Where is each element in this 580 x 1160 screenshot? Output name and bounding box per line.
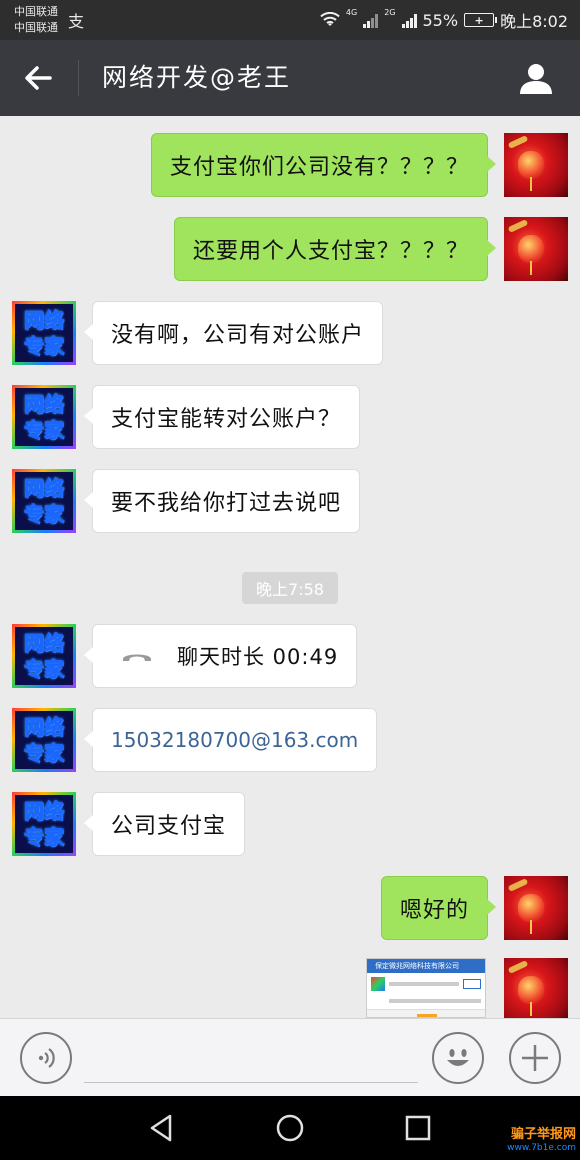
signal-icon-1 bbox=[363, 12, 379, 28]
call-duration: 聊天时长 00:49 bbox=[177, 645, 339, 669]
input-bar bbox=[0, 1018, 580, 1096]
chat-header: 网络开发@老王 bbox=[0, 40, 580, 116]
emoji-button[interactable] bbox=[432, 1032, 484, 1084]
avatar-text-2: 专家 bbox=[24, 418, 65, 443]
back-triangle-icon[interactable] bbox=[146, 1112, 178, 1144]
plus-icon bbox=[522, 1045, 548, 1071]
message-bubble[interactable]: 嗯好的 bbox=[380, 876, 497, 940]
network-type-1: 4G bbox=[345, 8, 358, 17]
signal-icon-2 bbox=[401, 12, 417, 28]
image-message[interactable]: 保定微兆网络科技有限公司 bbox=[366, 958, 486, 1018]
avatar-text-1: 网络 bbox=[24, 715, 65, 740]
voice-icon bbox=[38, 1048, 55, 1068]
status-indicators: 4G 2G 55% + 晚上8:02 bbox=[320, 8, 568, 32]
header-divider bbox=[78, 60, 79, 96]
network-type-2: 2G bbox=[384, 8, 396, 17]
recents-square-icon[interactable] bbox=[402, 1112, 434, 1144]
watermark: 骗子举报网 www.7b1e.com bbox=[507, 1127, 576, 1154]
avatar-text-1: 网络 bbox=[24, 308, 65, 333]
alipay-notification-icon: 支 bbox=[68, 12, 85, 31]
message-bubble[interactable]: 支付宝你们公司没有？？？？ bbox=[150, 133, 497, 197]
message-bubble[interactable]: 支付宝能转对公账户？ bbox=[83, 385, 361, 449]
contact-avatar[interactable]: 网络 专家 bbox=[12, 624, 76, 688]
avatar-text-1: 网络 bbox=[24, 631, 65, 656]
back-arrow-icon[interactable] bbox=[20, 60, 60, 96]
avatar-text-1: 网络 bbox=[24, 799, 65, 824]
battery-percent: 55% bbox=[422, 10, 459, 30]
call-record-bubble[interactable]: 聊天时长 00:49 bbox=[83, 624, 358, 688]
carrier-1: 中国联通 bbox=[14, 5, 58, 18]
status-bar: 中国联通 中国联通 支 4G 2G 55% + 晚上8:02 bbox=[0, 0, 580, 40]
system-nav-bar: 骗子举报网 www.7b1e.com bbox=[0, 1096, 580, 1160]
message-bubble[interactable]: 公司支付宝 bbox=[83, 792, 246, 856]
image-preview-title: 保定微兆网络科技有限公司 bbox=[367, 959, 485, 973]
message-bubble[interactable]: 没有啊，公司有对公账户 bbox=[83, 301, 384, 365]
watermark-url: www.7b1e.com bbox=[507, 1143, 576, 1153]
my-avatar[interactable] bbox=[504, 876, 568, 940]
my-avatar[interactable] bbox=[504, 217, 568, 281]
avatar-text-1: 网络 bbox=[24, 392, 65, 417]
avatar-text-2: 专家 bbox=[24, 502, 65, 527]
carrier-labels: 中国联通 中国联通 bbox=[14, 4, 58, 36]
smiley-icon bbox=[447, 1049, 469, 1066]
voice-input-button[interactable] bbox=[20, 1032, 72, 1084]
message-input[interactable] bbox=[84, 1082, 418, 1083]
watermark-main: 骗子举报网 bbox=[510, 1127, 576, 1142]
person-icon[interactable] bbox=[518, 60, 554, 96]
battery-icon: + bbox=[464, 13, 498, 27]
home-circle-icon[interactable] bbox=[274, 1112, 306, 1144]
avatar-text-2: 专家 bbox=[24, 334, 65, 359]
clock: 晚上8:02 bbox=[500, 12, 568, 31]
chat-area[interactable]: 支付宝你们公司没有？？？？ 还要用个人支付宝？？？？ 网络 专家 没有啊，公司有对… bbox=[0, 116, 580, 1018]
wifi-icon bbox=[320, 12, 340, 26]
avatar-text-2: 专家 bbox=[24, 657, 65, 682]
timestamp: 晚上7:58 bbox=[242, 572, 338, 604]
my-avatar[interactable] bbox=[504, 958, 568, 1018]
carrier-2: 中国联通 bbox=[14, 21, 58, 34]
contact-avatar[interactable]: 网络 专家 bbox=[12, 385, 76, 449]
more-button[interactable] bbox=[509, 1032, 561, 1084]
avatar-text-1: 网络 bbox=[24, 476, 65, 501]
message-bubble[interactable]: 还要用个人支付宝？？？？ bbox=[173, 217, 497, 281]
contact-avatar[interactable]: 网络 专家 bbox=[12, 301, 76, 365]
contact-avatar[interactable]: 网络 专家 bbox=[12, 469, 76, 533]
chat-title: 网络开发@老王 bbox=[102, 63, 292, 92]
phone-icon bbox=[123, 654, 151, 661]
avatar-text-2: 专家 bbox=[24, 825, 65, 850]
email-link-bubble[interactable]: 15032180700@163.com bbox=[83, 708, 378, 772]
avatar-text-2: 专家 bbox=[24, 741, 65, 766]
my-avatar[interactable] bbox=[504, 133, 568, 197]
contact-avatar[interactable]: 网络 专家 bbox=[12, 792, 76, 856]
contact-avatar[interactable]: 网络 专家 bbox=[12, 708, 76, 772]
message-bubble[interactable]: 要不我给你打过去说吧 bbox=[83, 469, 361, 533]
